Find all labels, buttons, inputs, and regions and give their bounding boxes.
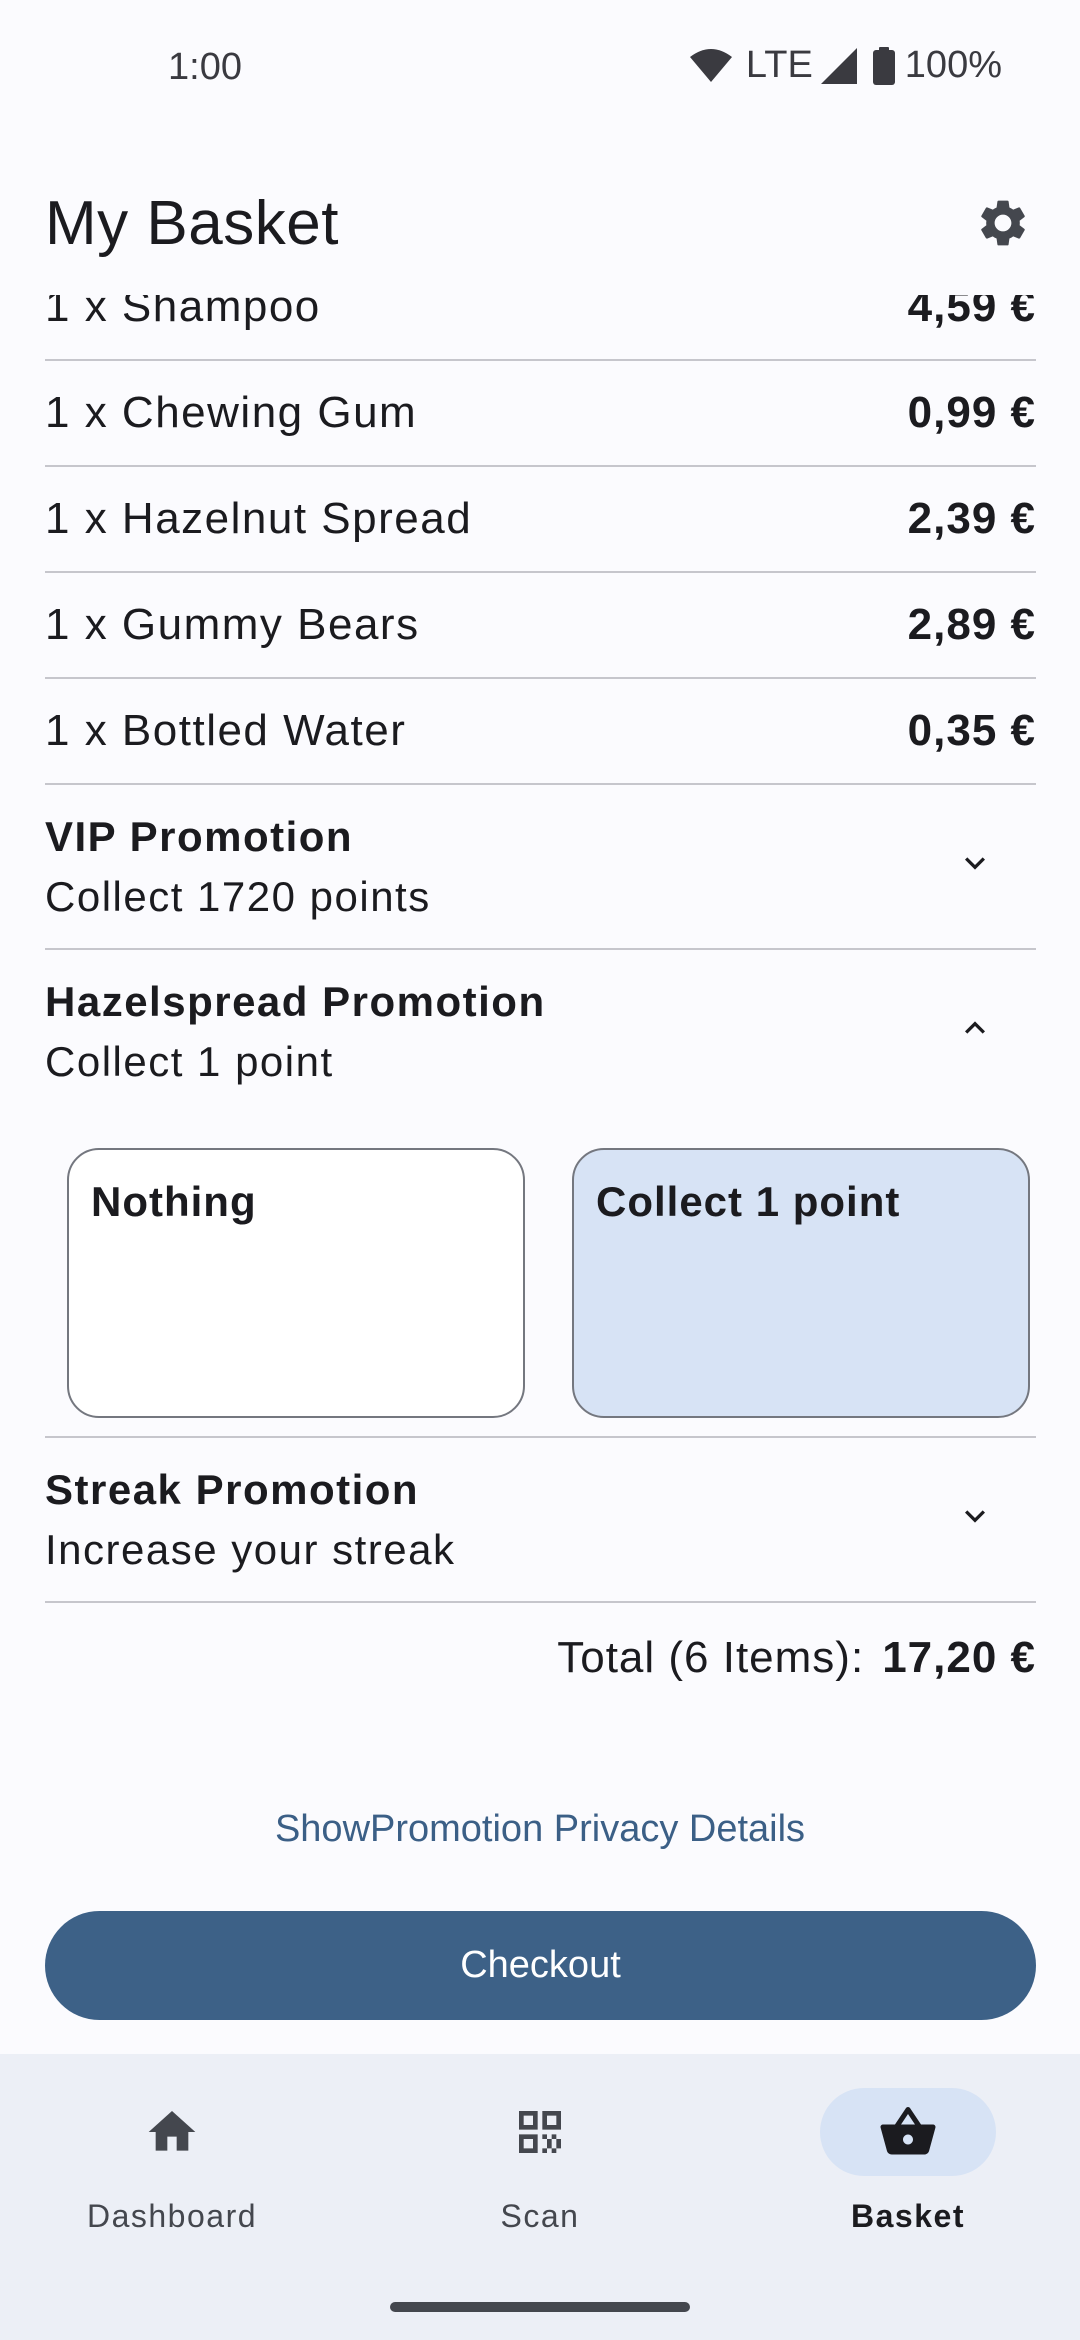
item-price: 4,59 € [907,295,1036,331]
total-value: 17,20 € [882,1633,1036,1682]
basket-total: Total (6 Items): 17,20 € [45,1603,1036,1713]
cell-signal-icon [820,47,857,84]
nav-item-basket[interactable]: Basket [778,2088,1038,2288]
nav-label: Dashboard [86,2198,258,2234]
promotion-title: Hazelspread Promotion [45,978,546,1025]
nav-item-scan[interactable]: Scan [410,2088,670,2288]
basket-item: 1 x Bottled Water 0,35 € [45,679,1036,785]
nav-label: Basket [851,2198,965,2234]
promotion-privacy-link[interactable]: ShowPromotion Privacy Details [0,1808,1080,1851]
chevron-down-icon[interactable] [945,833,1005,893]
promotion-subtitle: Collect 1 point [45,1038,334,1085]
chevron-down-icon[interactable] [945,1486,1005,1546]
item-name: 1 x Shampoo [45,295,321,331]
home-icon [142,2102,202,2162]
nav-item-dashboard[interactable]: Dashboard [42,2088,302,2288]
promotion-streak[interactable]: Streak Promotion Increase your streak [45,1438,1036,1603]
item-name: 1 x Chewing Gum [45,388,418,437]
basket-item: 1 x Chewing Gum 0,99 € [45,361,1036,467]
item-name: 1 x Gummy Bears [45,600,420,649]
item-name: 1 x Hazelnut Spread [45,494,473,543]
basket-list[interactable]: 1 x Shampoo 4,59 € 1 x Chewing Gum 0,99 … [0,295,1080,1900]
option-collect-point[interactable]: Collect 1 point [572,1148,1030,1418]
option-label: Nothing [91,1178,257,1225]
page-title: My Basket [45,189,339,258]
basket-item: 1 x Hazelnut Spread 2,39 € [45,467,1036,573]
gear-icon [975,195,1031,256]
bottom-navigation: Dashboard Scan Basket [0,2054,1080,2340]
battery-percentage: 100% [904,44,1002,86]
promotion-vip[interactable]: VIP Promotion Collect 1720 points [45,785,1036,950]
settings-button[interactable] [972,194,1034,256]
item-price: 2,39 € [907,494,1036,543]
basket-item: 1 x Shampoo 4,59 € [45,295,1036,361]
promotion-title: Streak Promotion [45,1466,420,1513]
option-label: Collect 1 point [596,1178,901,1225]
qr-code-icon [510,2102,570,2162]
home-indicator[interactable] [390,2302,690,2312]
basket-icon [878,2102,938,2162]
checkout-button[interactable]: Checkout [45,1911,1036,2020]
basket-item: 1 x Gummy Bears 2,89 € [45,573,1036,679]
status-time: 1:00 [168,46,242,88]
status-bar: 1:00 LTE 100% [0,0,1080,140]
total-label: Total (6 Items): [557,1633,865,1682]
chevron-up-icon[interactable] [945,998,1005,1058]
option-nothing[interactable]: Nothing [67,1148,525,1418]
item-price: 0,99 € [907,388,1036,437]
promotion-subtitle: Collect 1720 points [45,873,431,920]
network-type: LTE [745,44,813,86]
wifi-icon [689,48,732,83]
item-name: 1 x Bottled Water [45,706,407,755]
status-icons: LTE 100% [689,44,1002,87]
item-price: 0,35 € [907,706,1036,755]
item-price: 2,89 € [907,600,1036,649]
promotion-title: VIP Promotion [45,813,354,860]
battery-icon [872,46,895,85]
promotion-hazelspread[interactable]: Hazelspread Promotion Collect 1 point No… [45,950,1036,1438]
nav-label: Scan [500,2198,580,2234]
promotion-subtitle: Increase your streak [45,1526,456,1573]
